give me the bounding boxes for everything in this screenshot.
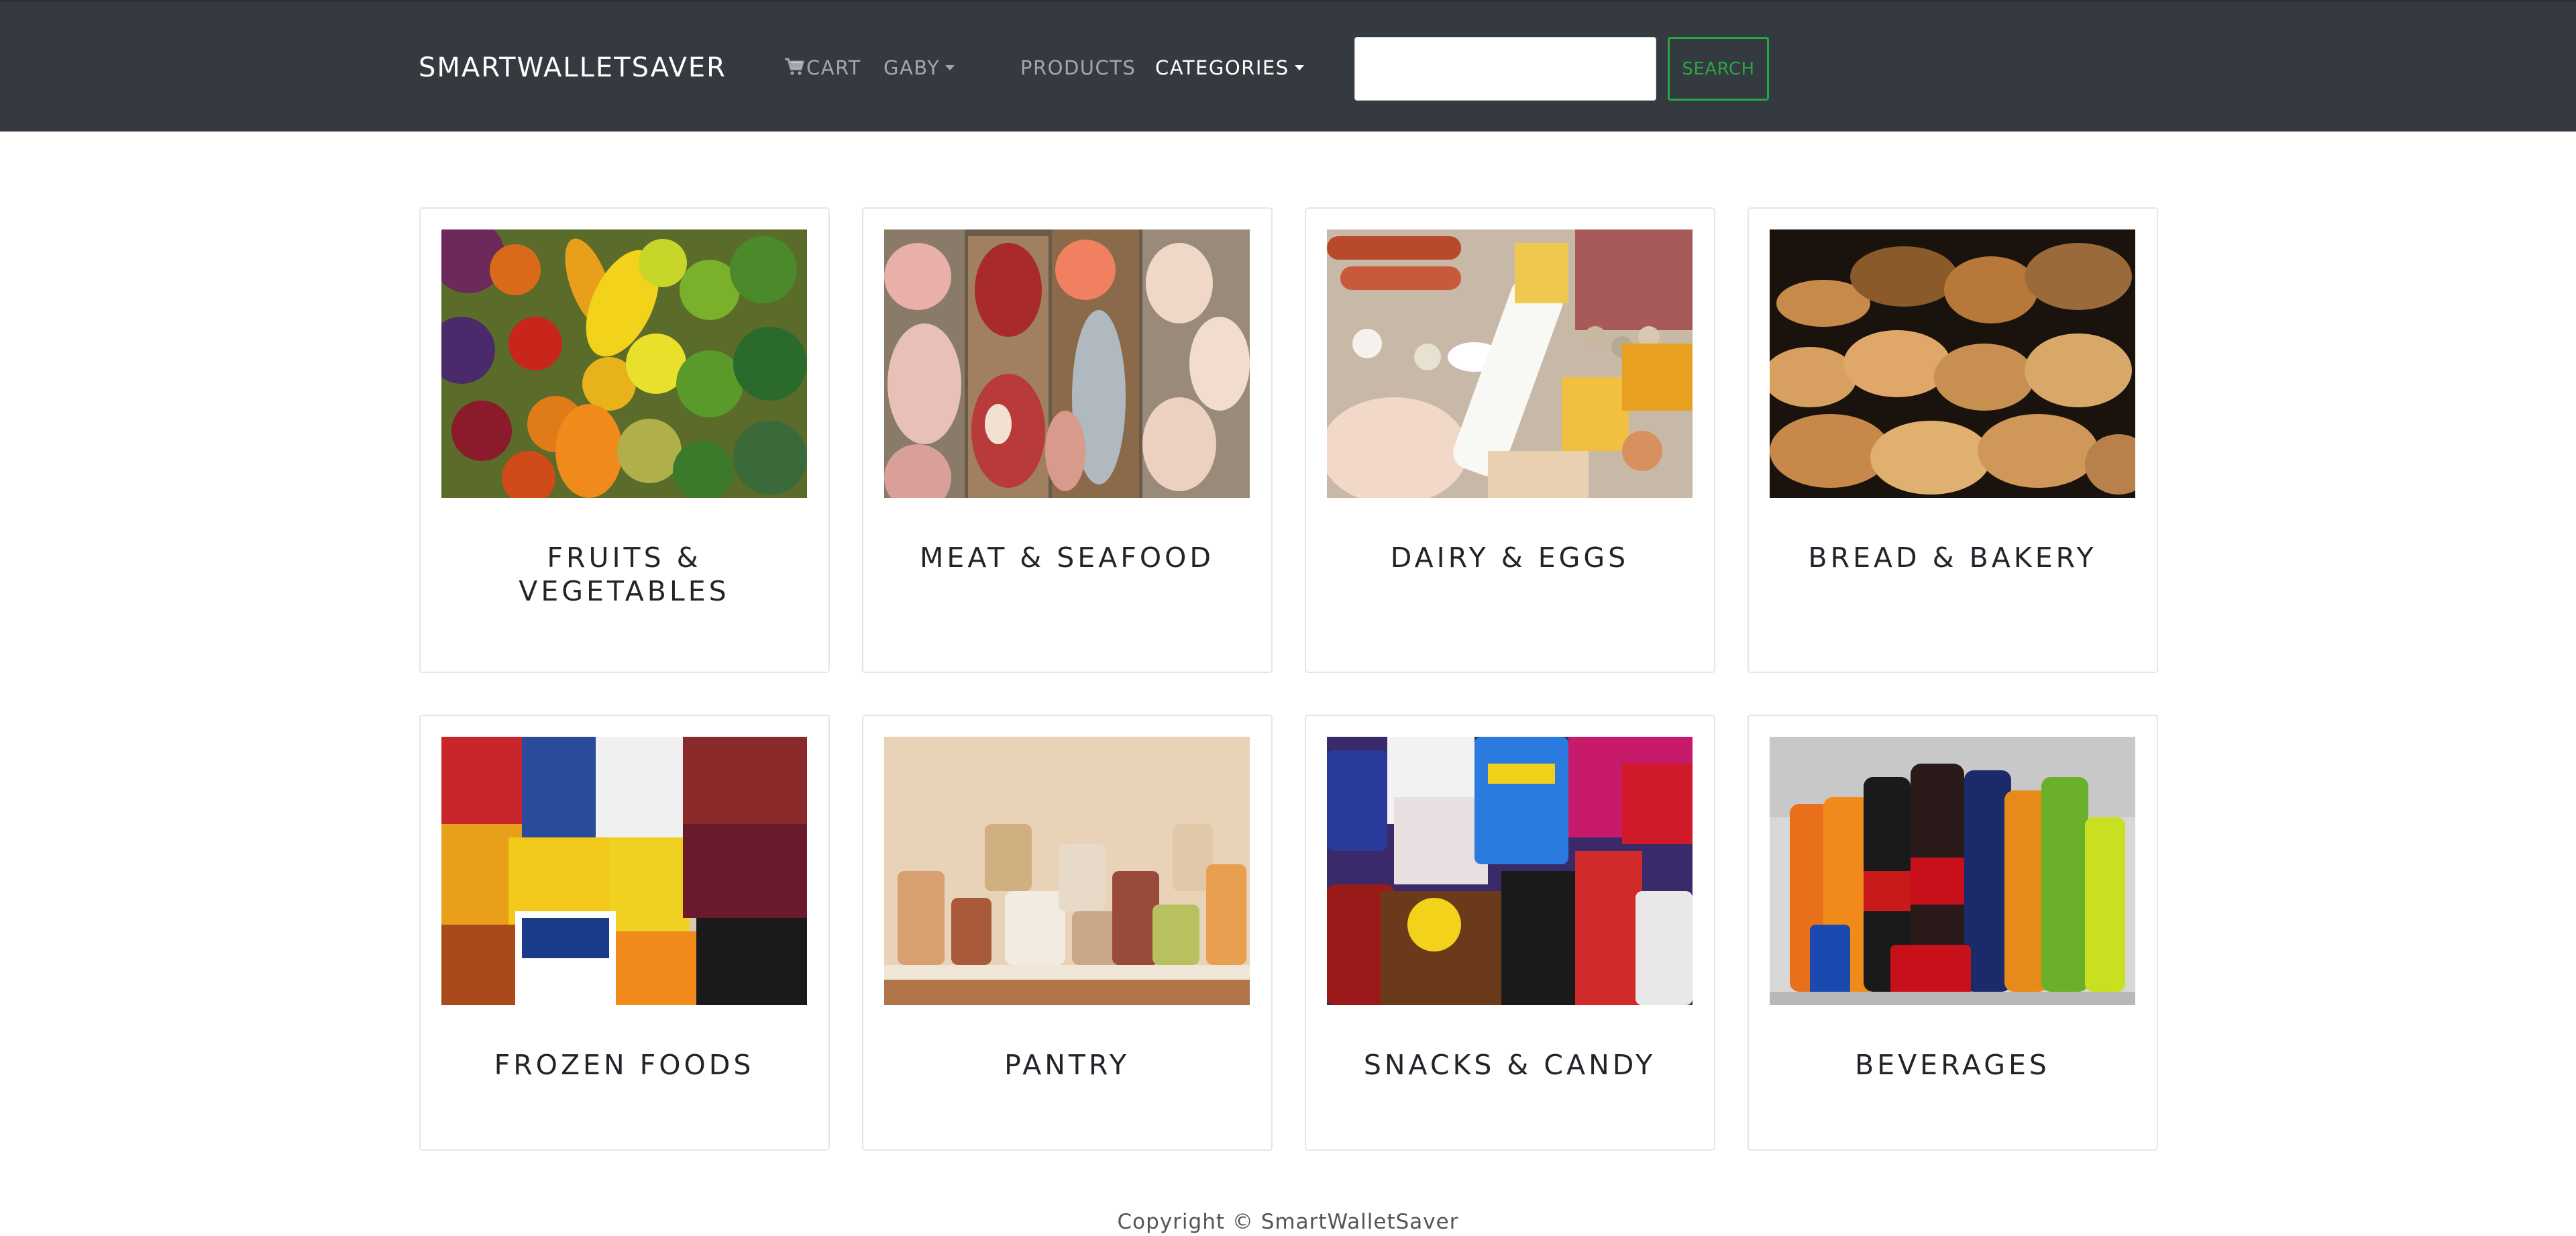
user-dropdown[interactable]: GABY xyxy=(883,54,955,81)
brand-logo-link[interactable]: SMARTWALLETSAVER xyxy=(419,49,727,87)
pantry-photo xyxy=(884,737,1250,1005)
category-card-pantry[interactable]: PANTRY xyxy=(862,715,1273,1151)
categories-label: CATEGORIES xyxy=(1155,56,1289,79)
category-card-beverages[interactable]: BEVERAGES xyxy=(1748,715,2158,1151)
category-title: SNACKS & CANDY xyxy=(1363,1049,1656,1081)
search-input[interactable] xyxy=(1354,37,1656,101)
frozen-foods-photo xyxy=(441,737,807,1005)
dairy-eggs-photo xyxy=(1327,229,1693,498)
chevron-down-icon xyxy=(1294,65,1304,70)
beverages-photo xyxy=(1770,737,2135,1005)
category-card-fruits-vegetables[interactable]: FRUITS & VEGETABLES xyxy=(419,207,830,673)
chevron-down-icon xyxy=(945,65,955,70)
category-title: DAIRY & EGGS xyxy=(1390,542,1629,574)
category-title: FRUITS & VEGETABLES xyxy=(519,542,730,607)
category-card-frozen-foods[interactable]: FROZEN FOODS xyxy=(419,715,830,1151)
categories-dropdown[interactable]: CATEGORIES xyxy=(1155,54,1304,81)
bread-bakery-photo xyxy=(1770,229,2135,498)
category-title: MEAT & SEAFOOD xyxy=(920,542,1214,574)
cart-link[interactable]: CART xyxy=(784,54,861,81)
category-title: BEVERAGES xyxy=(1855,1049,2050,1081)
category-card-snacks-candy[interactable]: SNACKS & CANDY xyxy=(1305,715,1715,1151)
cart-icon xyxy=(785,58,804,75)
user-name: GABY xyxy=(883,56,941,79)
search-button[interactable]: SEARCH xyxy=(1668,37,1769,101)
category-title: PANTRY xyxy=(1004,1049,1130,1081)
top-navbar: SMARTWALLETSAVER CART GABY PRODUCTS CATE… xyxy=(0,0,2576,132)
meat-seafood-photo xyxy=(884,229,1250,498)
category-card-dairy-eggs[interactable]: DAIRY & EGGS xyxy=(1305,207,1715,673)
snacks-candy-photo xyxy=(1327,737,1693,1005)
fruits-vegetables-photo xyxy=(441,229,807,498)
category-title: FROZEN FOODS xyxy=(494,1049,755,1081)
products-link[interactable]: PRODUCTS xyxy=(1020,54,1136,81)
cart-label: CART xyxy=(806,56,861,79)
category-title: BREAD & BAKERY xyxy=(1808,542,2097,574)
category-card-meat-seafood[interactable]: MEAT & SEAFOOD xyxy=(862,207,1273,673)
category-card-bread-bakery[interactable]: BREAD & BAKERY xyxy=(1748,207,2158,673)
